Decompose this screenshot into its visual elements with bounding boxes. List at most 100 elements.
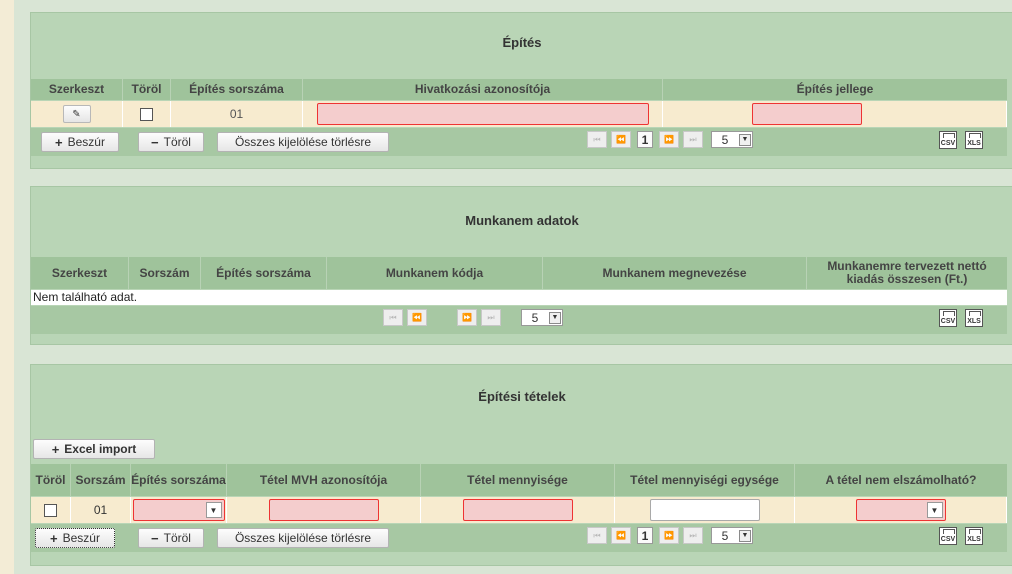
page-size-select[interactable]: 5 ▼ [711, 527, 753, 544]
delete-button[interactable]: − Töröl [138, 132, 204, 152]
col-munkanem-kodja[interactable]: Munkanem kódja [327, 257, 543, 289]
table-header: Töröl Sorszám Építés sorszáma Tétel MVH … [31, 464, 1007, 496]
hivatkozasi-cell [303, 101, 663, 127]
next-page-button[interactable]: ⏩ [659, 527, 679, 544]
prev-page-button[interactable]: ⏪ [611, 527, 631, 544]
minus-icon: − [151, 134, 159, 150]
panel-epitesi-tetelek: Építési tételek + Excel import Töröl Sors… [30, 364, 1012, 566]
prev-page-button[interactable]: ⏪ [611, 131, 631, 148]
col-sorszam[interactable]: Sorszám [71, 464, 131, 496]
prev-page-icon: ⏪ [616, 135, 626, 144]
xls-export-icon[interactable]: XLS [965, 309, 983, 327]
excel-import-label: Excel import [64, 442, 137, 456]
page-size-select[interactable]: 5 ▼ [711, 131, 753, 148]
col-epites-sorszama[interactable]: Építés sorszáma [131, 464, 227, 496]
delete-label: Töröl [163, 135, 191, 149]
delete-cell [31, 497, 71, 523]
mvh-cell [227, 497, 421, 523]
epites-sorszama-cell: ▼ [131, 497, 227, 523]
prev-page-icon: ⏪ [616, 531, 626, 540]
current-page[interactable]: 1 [637, 131, 653, 148]
last-page-icon: ⏭ [689, 530, 697, 540]
first-page-button[interactable]: ⏮ [587, 527, 607, 544]
epites-sorszama-select[interactable]: ▼ [132, 499, 225, 521]
clear-selection-button[interactable]: Összes kijelölése törlésre [217, 132, 389, 152]
next-page-icon: ⏩ [462, 313, 472, 322]
plus-icon: + [50, 530, 58, 546]
edit-button[interactable]: ✎ [62, 105, 91, 123]
prev-page-button[interactable]: ⏪ [407, 309, 427, 326]
col-tetel-mvh-azonosito[interactable]: Tétel MVH azonosítója [227, 464, 421, 496]
clear-selection-button[interactable]: Összes kijelölése törlésre [217, 528, 389, 548]
panel-munkanem-adatok: Munkanem adatok Szerkeszt Sorszám Építés… [30, 186, 1012, 345]
excel-import-button[interactable]: + Excel import [33, 439, 155, 459]
xls-export-icon[interactable]: XLS [965, 131, 983, 149]
csv-export-icon[interactable]: CSV [939, 131, 957, 149]
sorszam-value: 01 [71, 497, 131, 523]
csv-export-icon[interactable]: CSV [939, 309, 957, 327]
col-epites-sorszama[interactable]: Építés sorszáma [171, 79, 303, 100]
col-munkanem-megnevezese[interactable]: Munkanem megnevezése [543, 257, 807, 289]
plus-icon: + [55, 134, 63, 150]
panel-title: Építés [502, 35, 542, 50]
tetel-mennyisege-input[interactable] [462, 499, 573, 521]
col-torol[interactable]: Töröl [123, 79, 171, 100]
table-footer: ⏮ ⏪ ⏩ ⏭ 5 ▼ CSV XLS [31, 306, 1007, 334]
page-size-value: 5 [721, 528, 729, 543]
chevron-down-icon: ▼ [926, 502, 943, 518]
insert-button[interactable]: + Beszúr [35, 528, 115, 548]
tetel-mennyisegi-egysege-input[interactable] [649, 499, 760, 521]
delete-checkbox[interactable] [140, 107, 153, 121]
edit-cell: ✎ [31, 101, 123, 127]
delete-label: Töröl [163, 531, 191, 545]
delete-button[interactable]: − Töröl [138, 528, 204, 548]
csv-export-icon[interactable]: CSV [939, 527, 957, 545]
epites-jellege-input[interactable] [752, 103, 862, 125]
table-row: 01 ▼ ▼ [31, 497, 1007, 523]
col-torol[interactable]: Töröl [31, 464, 71, 496]
col-hivatkozasi-azonosito[interactable]: Hivatkozási azonosítója [303, 79, 663, 100]
last-page-button[interactable]: ⏭ [683, 131, 703, 148]
insert-button[interactable]: + Beszúr [41, 132, 119, 152]
last-page-button[interactable]: ⏭ [683, 527, 703, 544]
table-footer: + Beszúr − Töröl Összes kijelölése törlésr… [31, 128, 1007, 156]
page-size-select[interactable]: 5 ▼ [521, 309, 563, 326]
first-page-icon: ⏮ [593, 530, 601, 540]
next-page-icon: ⏩ [664, 135, 674, 144]
nem-elszamolhato-select[interactable]: ▼ [855, 499, 946, 521]
next-page-button[interactable]: ⏩ [457, 309, 477, 326]
current-page[interactable]: 1 [637, 527, 653, 544]
first-page-icon: ⏮ [389, 312, 397, 322]
delete-checkbox[interactable] [44, 503, 57, 517]
jellege-cell [663, 101, 1007, 127]
next-page-icon: ⏩ [664, 531, 674, 540]
xls-export-icon[interactable]: XLS [965, 527, 983, 545]
panel-title: Építési tételek [478, 389, 566, 404]
page-size-value: 5 [531, 310, 539, 325]
col-szerkeszt[interactable]: Szerkeszt [31, 257, 129, 289]
first-page-button[interactable]: ⏮ [587, 131, 607, 148]
col-epites-sorszama[interactable]: Építés sorszáma [201, 257, 327, 289]
col-tervezett-kiadas[interactable]: Munkanemre tervezett nettó kiadás összes… [807, 257, 1007, 289]
hivatkozasi-azonosito-input[interactable] [316, 103, 649, 125]
col-nem-elszamolhato[interactable]: A tétel nem elszámolható? [795, 464, 1007, 496]
tetel-mvh-azonosito-input[interactable] [268, 499, 379, 521]
epites-sorszama-value: 01 [171, 101, 303, 127]
col-szerkeszt[interactable]: Szerkeszt [31, 79, 123, 100]
clear-label: Összes kijelölése törlésre [234, 135, 372, 149]
next-page-button[interactable]: ⏩ [659, 131, 679, 148]
panel-title: Munkanem adatok [465, 213, 579, 228]
col-tetel-mennyisegi-egysege[interactable]: Tétel mennyiségi egysége [615, 464, 795, 496]
insert-label: Beszúr [67, 135, 105, 149]
col-sorszam[interactable]: Sorszám [129, 257, 201, 289]
elszamolhato-cell: ▼ [795, 497, 1007, 523]
first-page-button[interactable]: ⏮ [383, 309, 403, 326]
plus-icon: + [51, 441, 60, 457]
col-tetel-mennyisege[interactable]: Tétel mennyisége [421, 464, 615, 496]
panel-epites: Építés Szerkeszt Töröl Építés sorszáma H… [30, 12, 1012, 169]
col-epites-jellege[interactable]: Építés jellege [663, 79, 1007, 100]
last-page-button[interactable]: ⏭ [481, 309, 501, 326]
table-header: Szerkeszt Töröl Építés sorszáma Hivatkoz… [31, 79, 1007, 100]
chevron-down-icon: ▼ [549, 311, 561, 324]
chevron-down-icon: ▼ [739, 529, 751, 542]
